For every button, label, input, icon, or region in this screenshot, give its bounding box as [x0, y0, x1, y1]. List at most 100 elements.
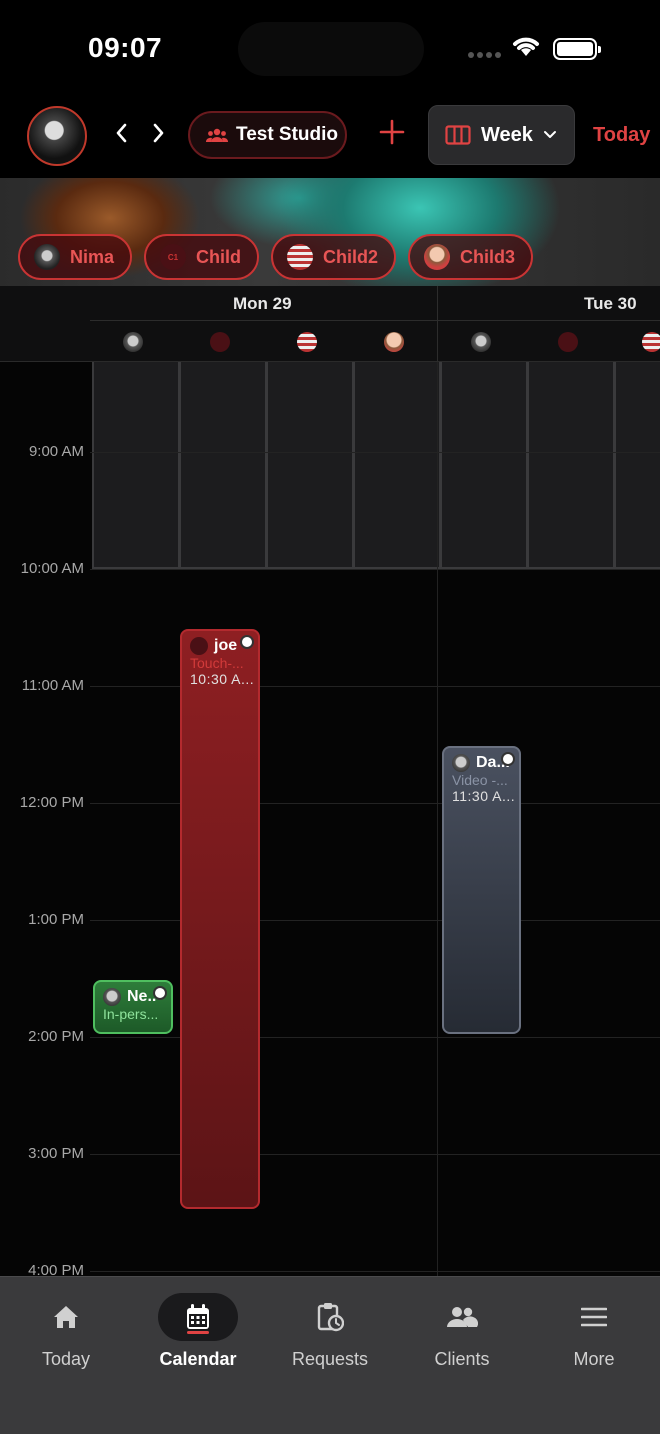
- people-icon: [447, 1307, 478, 1327]
- appointment-service: In-pers...: [103, 1006, 159, 1022]
- hour-label: 12:00 PM: [19, 794, 84, 811]
- hour-line: [90, 569, 660, 570]
- active-tab-indicator: [187, 1331, 209, 1334]
- staff-chip-child2[interactable]: Child2: [271, 234, 397, 280]
- tab-bar: Today Calendar Requests Clients More: [0, 1276, 660, 1434]
- hour-line: [90, 1154, 660, 1155]
- view-selector[interactable]: Week: [428, 105, 575, 165]
- day-title-mon: Mon 29: [233, 294, 292, 313]
- staff-chip-row: Nima C1 Child Child2 Child3: [0, 234, 660, 280]
- menu-icon: [581, 1307, 607, 1327]
- closed-hours-block: [527, 362, 615, 569]
- add-button[interactable]: [378, 118, 406, 146]
- staff-chip-child[interactable]: C1 Child: [144, 234, 260, 280]
- hour-label: 10:00 AM: [20, 560, 84, 577]
- staff-chip-nima[interactable]: Nima: [18, 234, 133, 280]
- tab-today[interactable]: Today: [0, 1293, 132, 1370]
- hour-label: 3:00 PM: [28, 1145, 84, 1162]
- day-separator: [437, 362, 438, 1276]
- column-avatar-nima: [123, 332, 143, 352]
- tab-label: More: [573, 1349, 615, 1369]
- user-avatar[interactable]: [27, 106, 87, 166]
- appointment-avatar: [452, 754, 470, 772]
- status-dot: [153, 986, 167, 1000]
- hour-line: [90, 1037, 660, 1038]
- columns-icon: [445, 125, 471, 145]
- wifi-icon: [513, 37, 539, 56]
- next-button[interactable]: [146, 118, 172, 148]
- column-avatar-child2: [642, 332, 660, 352]
- day-header: Mon 29 Tue 30: [0, 286, 660, 362]
- staff-avatar: [287, 244, 314, 270]
- studio-label: Test Studio: [236, 124, 339, 145]
- closed-hours-block: [440, 362, 528, 569]
- hour-line: [90, 452, 660, 453]
- staff-avatar: C1: [160, 244, 187, 270]
- closed-hours-block: [179, 362, 267, 569]
- hour-line: [90, 920, 660, 921]
- column-avatar-child: [210, 332, 230, 352]
- tab-clients[interactable]: Clients: [396, 1293, 528, 1370]
- hour-label: 9:00 AM: [28, 443, 84, 460]
- hour-label: 2:00 PM: [28, 1028, 84, 1045]
- home-icon: [54, 1306, 78, 1328]
- calendar-header: Test Studio Week Today: [0, 96, 660, 178]
- appointment-title: Ne..: [127, 988, 157, 1005]
- tab-label: Calendar: [159, 1349, 237, 1369]
- hour-label: 1:00 PM: [28, 911, 84, 928]
- view-label: Week: [481, 123, 533, 146]
- calendar-icon: [187, 1304, 209, 1329]
- column-avatar-child2: [297, 332, 317, 352]
- status-time: 09:07: [88, 32, 163, 63]
- hour-line: [90, 803, 660, 804]
- dynamic-island: [238, 22, 424, 76]
- column-avatar-nima: [471, 332, 491, 352]
- appointment-joe[interactable]: joe Touch-... 10:30 A...: [180, 629, 260, 1209]
- status-dot: [501, 752, 515, 766]
- studio-selector[interactable]: Test Studio: [188, 111, 347, 159]
- appointment-avatar: [103, 988, 121, 1006]
- chevron-left-icon: [116, 123, 127, 143]
- staff-chip-label: Nima: [70, 246, 115, 267]
- tab-label: Clients: [434, 1349, 490, 1369]
- hour-label: 4:00 PM: [28, 1262, 84, 1276]
- appointment-ne[interactable]: Ne.. In-pers...: [93, 980, 173, 1034]
- staff-avatar: [34, 244, 60, 270]
- status-dot: [240, 635, 254, 649]
- calendar-grid[interactable]: 9:00 AM 10:00 AM 11:00 AM 12:00 PM 1:00 …: [0, 362, 660, 1276]
- tab-label: Today: [41, 1349, 91, 1369]
- tab-more[interactable]: More: [528, 1293, 660, 1370]
- column-avatar-child: [558, 332, 578, 352]
- hour-label: 11:00 AM: [21, 677, 84, 694]
- group-icon: [206, 128, 228, 142]
- appointment-avatar: [190, 637, 208, 655]
- staff-chip-label: Child2: [323, 246, 379, 267]
- hour-line: [90, 686, 660, 687]
- appointment-time: 10:30 A...: [190, 671, 255, 687]
- staff-chip-label: Child: [196, 246, 242, 267]
- hour-line: [90, 1271, 660, 1272]
- battery-icon: [553, 38, 601, 60]
- status-bar: 09:07: [0, 0, 660, 96]
- closed-hours-block: [92, 362, 180, 569]
- appointment-service: Video -...: [452, 772, 508, 788]
- day-separator: [437, 286, 438, 362]
- closed-hours-block: [353, 362, 441, 569]
- appointment-title: joe: [214, 637, 238, 654]
- staff-avatar: [424, 244, 451, 270]
- tab-label: Requests: [291, 1349, 369, 1369]
- tab-calendar[interactable]: Calendar: [132, 1293, 264, 1370]
- staff-chip-label: Child3: [460, 246, 516, 267]
- previous-button[interactable]: [108, 118, 134, 148]
- appointment-service: Touch-...: [190, 655, 244, 671]
- closed-hours-block: [266, 362, 354, 569]
- clipboard-clock-icon: [317, 1303, 344, 1332]
- column-avatar-child3: [384, 332, 404, 352]
- closed-hours-block: [614, 362, 660, 569]
- today-button[interactable]: Today: [593, 124, 650, 147]
- chevron-right-icon: [153, 123, 164, 143]
- tab-requests[interactable]: Requests: [264, 1293, 396, 1370]
- staff-chip-child3[interactable]: Child3: [408, 234, 534, 280]
- appointment-da[interactable]: Da... Video -... 11:30 A...: [442, 746, 521, 1034]
- chevron-down-icon: [543, 131, 556, 138]
